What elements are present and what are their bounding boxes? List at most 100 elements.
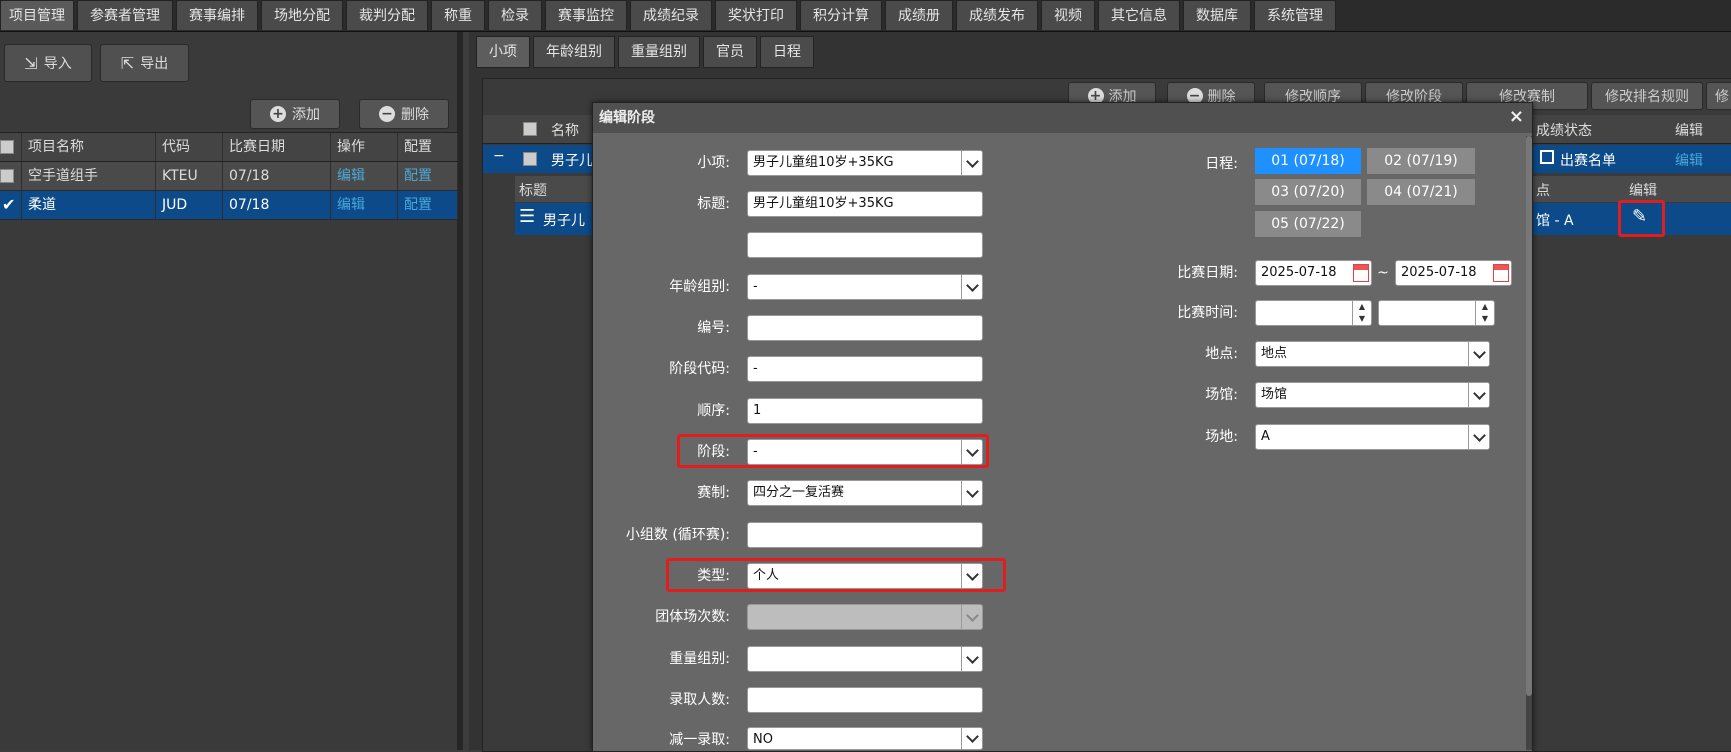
sub-col-title[interactable]: 标题 [519,180,547,200]
edit-pencil-icon[interactable]: ✎ [1632,206,1647,227]
table-row[interactable]: 空手道组手 KTEU 07/18 编辑 配置 [0,162,458,191]
order-input[interactable]: 1 [747,398,983,424]
stage-code-input[interactable]: - [747,356,983,382]
row-config-link[interactable]: 配置 [398,191,458,219]
row-config-link[interactable]: 配置 [398,162,458,190]
col-cfg[interactable]: 配置 [398,133,458,161]
nav-tab[interactable]: 其它信息 [1098,0,1180,30]
sub-tab[interactable]: 重量组别 [618,36,700,68]
match-date-from[interactable]: 2025-07-18 [1255,260,1372,286]
format-select[interactable]: 四分之一复活赛 [747,480,983,506]
import-button[interactable]: ⇲ 导入 [4,44,92,82]
chevron-up-icon[interactable]: ▲ [1353,301,1371,313]
nav-tab[interactable]: 系统管理 [1254,0,1336,30]
col-code[interactable]: 代码 [156,133,223,161]
schedule-day-4[interactable]: 04 (07/21) [1367,179,1475,205]
checkmark-icon[interactable]: ✔ [2,195,15,214]
sub-tab[interactable]: 小项 [476,36,530,68]
nav-tab[interactable]: 赛事监控 [545,0,627,30]
chevron-down-icon[interactable] [1468,342,1489,366]
nav-tab[interactable]: 裁判分配 [346,0,428,30]
type-select[interactable]: 个人 [747,563,983,589]
export-button[interactable]: ⇱ 导出 [100,44,189,82]
left-add-button[interactable]: + 添加 [250,99,340,129]
chevron-down-icon[interactable] [1468,425,1489,449]
table-row[interactable]: ✔ 柔道 JUD 07/18 编辑 配置 [0,191,458,220]
sub-col-point[interactable]: 点 [1536,180,1550,200]
groups-input[interactable] [747,522,983,548]
age-group-select[interactable]: - [747,274,983,300]
more-button[interactable]: 修 [1706,82,1731,110]
chevron-down-icon[interactable] [1468,383,1489,407]
nav-tab[interactable]: 成绩册 [885,0,953,30]
match-time-from[interactable]: ▲ ▼ [1255,300,1372,326]
minus-one-select[interactable]: NO [747,727,983,750]
modify-ranking-button[interactable]: 修改排名规则 [1591,82,1703,110]
row-checkbox[interactable] [0,169,14,183]
collapse-icon[interactable]: − [493,148,505,164]
chevron-down-icon[interactable] [961,728,982,749]
row-edit-link[interactable]: 编辑 [331,191,398,219]
chevron-down-icon[interactable]: ▼ [1353,313,1371,325]
nav-tab[interactable]: 成绩纪录 [630,0,712,30]
left-delete-button[interactable]: − 删除 [359,99,449,129]
weight-group-select[interactable] [747,646,983,672]
row-check-cell[interactable]: ✔ [0,191,22,219]
nav-tab[interactable]: 赛事编排 [176,0,258,30]
select-all-checkbox[interactable] [0,140,14,154]
schedule-day-5[interactable]: 05 (07/22) [1255,211,1361,237]
court-select[interactable]: A [1255,424,1490,450]
col-header-status[interactable]: 成绩状态 [1536,120,1592,140]
sub-col-edit[interactable]: 编辑 [1629,180,1657,200]
calendar-icon[interactable] [1353,264,1369,282]
schedule-day-1[interactable]: 01 (07/18) [1255,148,1361,174]
calendar-icon[interactable] [1493,264,1509,282]
nav-tab[interactable]: 成绩发布 [956,0,1038,30]
nav-tab[interactable]: 场地分配 [261,0,343,30]
row-checkbox[interactable] [523,152,537,166]
col-header-name[interactable]: 名称 [551,120,579,140]
time-spinner[interactable]: ▲ ▼ [1352,301,1371,325]
chevron-down-icon[interactable] [961,481,982,505]
time-spinner[interactable]: ▲ ▼ [1475,301,1494,325]
select-all-checkbox[interactable] [523,122,537,136]
number-input[interactable] [747,315,983,341]
col-header-edit[interactable]: 编辑 [1675,120,1703,140]
nav-tab[interactable]: 视频 [1041,0,1095,30]
col-date[interactable]: 比赛日期 [223,133,331,161]
sub-tab[interactable]: 日程 [760,36,814,68]
nav-tab[interactable]: 称重 [431,0,485,30]
event-select[interactable]: 男子儿童组10岁+35KG [747,150,983,176]
row-check-cell[interactable] [0,162,22,190]
title-input[interactable]: 男子儿童组10岁+35KG [747,191,983,217]
location-select[interactable]: 地点 [1255,341,1490,367]
nav-tab[interactable]: 积分计算 [800,0,882,30]
row-edit-link[interactable]: 编辑 [331,162,398,190]
match-time-to[interactable]: ▲ ▼ [1378,300,1495,326]
title-secondary-input[interactable] [747,232,983,258]
venue-select[interactable]: 场馆 [1255,382,1490,408]
chevron-down-icon[interactable] [961,440,982,464]
chevron-down-icon[interactable] [961,564,982,588]
schedule-day-3[interactable]: 03 (07/20) [1255,179,1361,205]
admit-input[interactable] [747,687,983,713]
chevron-down-icon[interactable] [961,151,982,175]
chevron-down-icon[interactable] [961,275,982,299]
nav-tab[interactable]: 数据库 [1183,0,1251,30]
chevron-down-icon[interactable]: ▼ [1476,313,1494,325]
chevron-up-icon[interactable]: ▲ [1476,301,1494,313]
dialog-scrollbar[interactable] [1526,136,1532,750]
nav-tab[interactable]: 奖状打印 [715,0,797,30]
col-op[interactable]: 操作 [331,133,398,161]
match-date-to[interactable]: 2025-07-18 [1395,260,1512,286]
select-all-cell[interactable] [0,133,22,161]
close-icon[interactable]: × [1509,106,1524,127]
nav-tab[interactable]: 参赛者管理 [77,0,173,30]
nav-tab[interactable]: 项目管理 [0,0,74,30]
sub-tab[interactable]: 官员 [703,36,757,68]
col-name[interactable]: 项目名称 [22,133,156,161]
sub-tab[interactable]: 年龄组别 [533,36,615,68]
chevron-down-icon[interactable] [961,647,982,671]
roster-checkbox[interactable] [1540,150,1554,164]
scrollbar-thumb[interactable] [1526,136,1532,696]
